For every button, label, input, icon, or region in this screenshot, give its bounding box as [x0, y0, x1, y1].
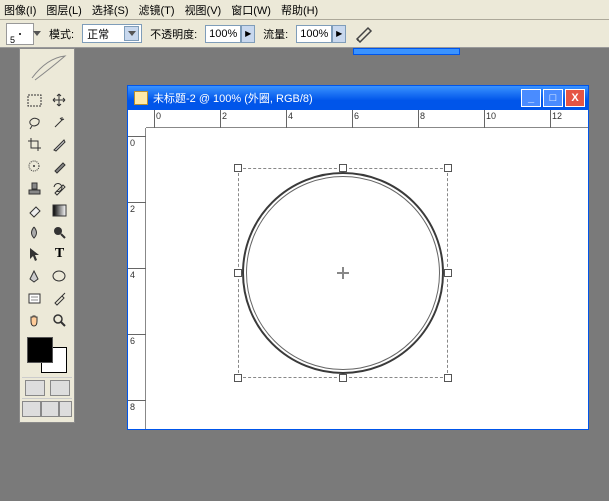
- mode-value: 正常: [87, 26, 109, 42]
- maximize-button[interactable]: □: [543, 89, 563, 107]
- standard-mode-button[interactable]: [25, 380, 45, 396]
- screen-mode-3[interactable]: [59, 401, 72, 417]
- zoom-tool[interactable]: [47, 309, 72, 331]
- handle-bot-mid[interactable]: [339, 374, 347, 382]
- stamp-tool[interactable]: [22, 177, 47, 199]
- marquee-tool[interactable]: [22, 89, 47, 111]
- mode-label: 模式:: [49, 26, 74, 42]
- canvas[interactable]: [146, 128, 588, 429]
- lasso-tool[interactable]: [22, 111, 47, 133]
- vertical-ruler: 02468: [128, 128, 146, 429]
- eyedropper-tool[interactable]: [47, 287, 72, 309]
- dodge-tool[interactable]: [47, 221, 72, 243]
- airbrush-icon[interactable]: [354, 25, 376, 43]
- menu-bar: 图像(I) 图层(L) 选择(S) 滤镜(T) 视图(V) 窗口(W) 帮助(H…: [0, 0, 609, 20]
- minimize-button[interactable]: _: [521, 89, 541, 107]
- menu-image[interactable]: 图像(I): [4, 2, 36, 18]
- menu-window[interactable]: 窗口(W): [231, 2, 271, 18]
- feather-icon: [27, 54, 67, 82]
- gradient-tool[interactable]: [47, 199, 72, 221]
- toolbox: T: [19, 48, 75, 423]
- quickmask-button[interactable]: [50, 380, 70, 396]
- mode-select[interactable]: 正常: [82, 24, 142, 43]
- menu-layer[interactable]: 图层(L): [46, 2, 81, 18]
- notes-tool[interactable]: [22, 287, 47, 309]
- wand-tool[interactable]: [47, 111, 72, 133]
- type-tool[interactable]: T: [47, 243, 72, 265]
- menu-filter[interactable]: 滤镜(T): [139, 2, 175, 18]
- history-brush-tool[interactable]: [47, 177, 72, 199]
- menu-view[interactable]: 视图(V): [185, 2, 222, 18]
- document-window: 未标题-2 @ 100% (外圈, RGB/8) _ □ X 024681012…: [127, 85, 589, 430]
- horizontal-ruler: 024681012: [146, 110, 588, 128]
- chevron-right-icon: ▶: [332, 25, 346, 43]
- handle-mid-left[interactable]: [234, 269, 242, 277]
- pen-tool[interactable]: [22, 265, 47, 287]
- color-swatches[interactable]: [25, 335, 69, 375]
- path-select-tool[interactable]: [22, 243, 47, 265]
- collapsed-panel-tab[interactable]: [353, 48, 460, 55]
- quick-mask-row: [22, 377, 72, 398]
- handle-top-mid[interactable]: [339, 164, 347, 172]
- shape-tool[interactable]: [47, 265, 72, 287]
- brush-tool[interactable]: [47, 155, 72, 177]
- crop-tool[interactable]: [22, 133, 47, 155]
- opacity-value: 100%: [205, 25, 241, 43]
- opacity-input[interactable]: 100% ▶: [205, 25, 255, 43]
- handle-mid-right[interactable]: [444, 269, 452, 277]
- options-bar: 5 模式: 正常 不透明度: 100% ▶ 流量: 100% ▶: [0, 20, 609, 48]
- screen-mode-row: [22, 398, 72, 419]
- title-bar[interactable]: 未标题-2 @ 100% (外圈, RGB/8) _ □ X: [128, 86, 588, 110]
- heal-tool[interactable]: [22, 155, 47, 177]
- handle-top-left[interactable]: [234, 164, 242, 172]
- move-tool[interactable]: [47, 89, 72, 111]
- hand-tool[interactable]: [22, 309, 47, 331]
- chevron-right-icon: ▶: [241, 25, 255, 43]
- slice-tool[interactable]: [47, 133, 72, 155]
- flow-value: 100%: [296, 25, 332, 43]
- blur-tool[interactable]: [22, 221, 47, 243]
- window-title: 未标题-2 @ 100% (外圈, RGB/8): [153, 90, 313, 106]
- brush-preset-picker[interactable]: 5: [6, 23, 41, 45]
- screen-mode-2[interactable]: [41, 401, 60, 417]
- opacity-label: 不透明度:: [150, 26, 197, 42]
- foreground-swatch[interactable]: [27, 337, 53, 363]
- flow-label: 流量:: [263, 26, 288, 42]
- screen-mode-1[interactable]: [22, 401, 41, 417]
- eraser-tool[interactable]: [22, 199, 47, 221]
- document-icon: [134, 91, 148, 105]
- handle-top-right[interactable]: [444, 164, 452, 172]
- center-point-icon[interactable]: [337, 267, 349, 279]
- handle-bot-right[interactable]: [444, 374, 452, 382]
- menu-help[interactable]: 帮助(H): [281, 2, 318, 18]
- menu-select[interactable]: 选择(S): [92, 2, 129, 18]
- brush-size-label: 5: [10, 35, 15, 45]
- chevron-down-icon: [124, 26, 139, 41]
- chevron-down-icon: [33, 31, 41, 36]
- flow-input[interactable]: 100% ▶: [296, 25, 346, 43]
- transform-box[interactable]: [238, 168, 448, 378]
- handle-bot-left[interactable]: [234, 374, 242, 382]
- close-button[interactable]: X: [565, 89, 585, 107]
